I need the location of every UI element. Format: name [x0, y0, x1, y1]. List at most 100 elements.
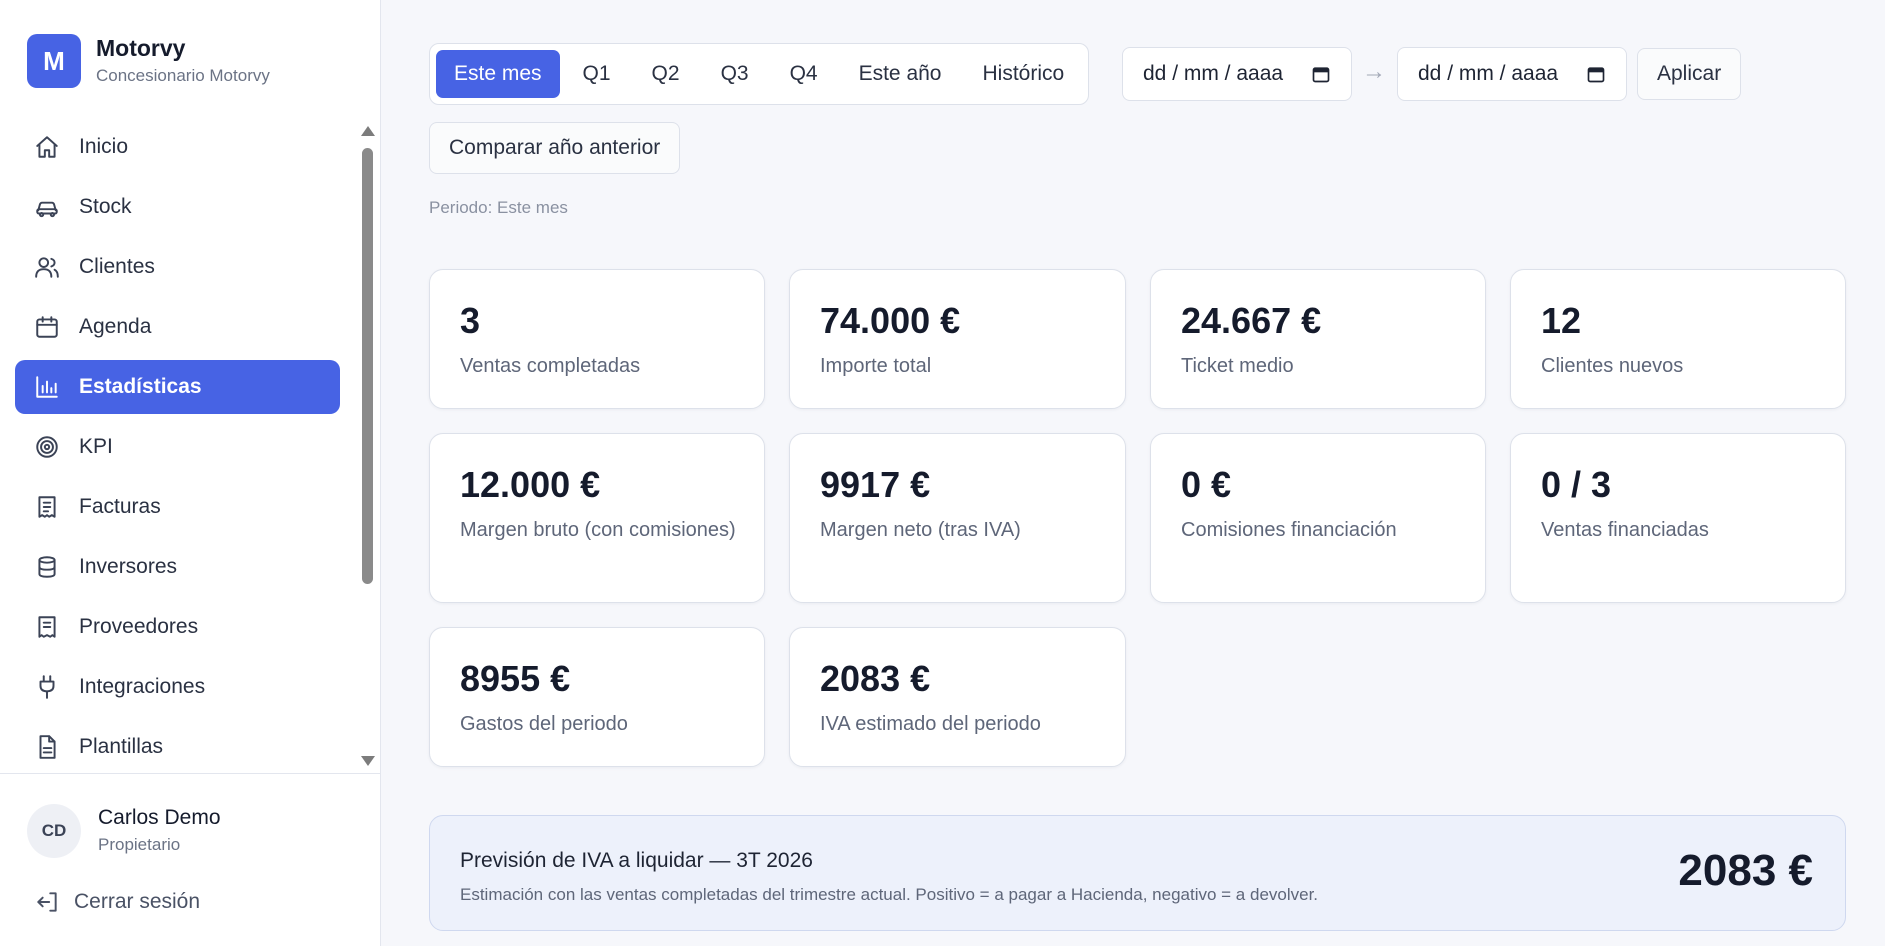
vat-forecast-description: Estimación con las ventas completadas de…: [460, 885, 1319, 904]
sidebar-item-label: Estadísticas: [79, 375, 202, 398]
main-content: Este mes Q1 Q2 Q3 Q4 Este año Histórico …: [381, 0, 1885, 946]
kpi-label: Margen bruto (con comisiones): [460, 519, 736, 541]
user-name: Carlos Demo: [98, 806, 221, 829]
database-icon: [33, 553, 61, 581]
invoice-icon: [33, 493, 61, 521]
scroll-up-arrow-icon[interactable]: [361, 126, 375, 136]
kpi-value: 0 / 3: [1541, 464, 1612, 505]
kpi-value: 2083 €: [820, 658, 931, 699]
logout-label: Cerrar sesión: [74, 890, 201, 913]
sidebar-item-label: Integraciones: [79, 675, 206, 698]
sidebar-item-inversores[interactable]: Inversores: [15, 540, 340, 594]
kpi-label: Clientes nuevos: [1541, 355, 1684, 377]
kpi-value: 12.000 €: [460, 464, 601, 505]
sidebar-item-clientes[interactable]: Clientes: [15, 240, 340, 294]
home-icon: [33, 133, 61, 161]
sidebar-item-agenda[interactable]: Agenda: [15, 300, 340, 354]
scroll-down-arrow-icon[interactable]: [361, 756, 375, 766]
sidebar-item-label: Facturas: [79, 495, 161, 518]
sidebar-item-proveedores[interactable]: Proveedores: [15, 600, 340, 654]
receipt-icon: [33, 613, 61, 641]
date-from-placeholder: dd / mm / aaaa: [1143, 62, 1284, 85]
compare-previous-year-button[interactable]: Comparar año anterior: [429, 122, 681, 174]
sidebar-item-facturas[interactable]: Facturas: [15, 480, 340, 534]
kpi-value: 3: [460, 300, 481, 341]
user-profile[interactable]: CD Carlos Demo Propietario: [27, 804, 221, 858]
period-label: Periodo: Este mes: [429, 198, 568, 217]
sidebar-item-integraciones[interactable]: Integraciones: [15, 660, 340, 714]
kpi-label: Ventas completadas: [460, 355, 641, 377]
kpi-label: Ventas financiadas: [1541, 519, 1709, 541]
file-icon: [33, 733, 61, 761]
kpi-card-iva-estimado: 2083 € IVA estimado del periodo: [789, 627, 1126, 767]
tab-q3[interactable]: Q3: [703, 50, 767, 98]
kpi-card-comisiones-financiacion: 0 € Comisiones financiación: [1150, 433, 1486, 603]
kpi-card-clientes-nuevos: 12 Clientes nuevos: [1510, 269, 1846, 409]
brand-name: Motorvy: [96, 35, 186, 61]
kpi-label: Comisiones financiación: [1181, 519, 1397, 541]
kpi-value: 74.000 €: [820, 300, 961, 341]
vat-forecast-panel: Previsión de IVA a liquidar — 3T 2026 Es…: [429, 815, 1846, 931]
sidebar-item-label: Stock: [79, 195, 132, 218]
avatar: CD: [27, 804, 81, 858]
kpi-value: 12: [1541, 300, 1582, 341]
kpi-card-ticket-medio: 24.667 € Ticket medio: [1150, 269, 1486, 409]
brand-subtitle: Concesionario Motorvy: [96, 66, 270, 85]
kpi-card-importe-total: 74.000 € Importe total: [789, 269, 1126, 409]
sidebar: M Motorvy Concesionario Motorvy Inicio S…: [0, 0, 381, 946]
sidebar-item-label: Agenda: [79, 315, 152, 338]
tab-este-ano[interactable]: Este año: [841, 50, 960, 98]
logout-icon: [37, 892, 57, 912]
kpi-card-gastos-periodo: 8955 € Gastos del periodo: [429, 627, 765, 767]
sidebar-item-kpi[interactable]: KPI: [15, 420, 340, 474]
calendar-picker-icon[interactable]: [1311, 64, 1331, 84]
sidebar-item-estadisticas[interactable]: Estadísticas: [15, 360, 340, 414]
kpi-value: 0 €: [1181, 464, 1232, 505]
apply-button[interactable]: Aplicar: [1637, 48, 1742, 100]
sidebar-item-label: Inversores: [79, 555, 178, 578]
kpi-card-ventas-financiadas: 0 / 3 Ventas financiadas: [1510, 433, 1846, 603]
kpi-label: Gastos del periodo: [460, 713, 628, 735]
sidebar-item-label: Proveedores: [79, 615, 199, 638]
calendar-icon: [33, 313, 61, 341]
tab-q1[interactable]: Q1: [565, 50, 629, 98]
sidebar-item-label: Clientes: [79, 255, 155, 278]
sidebar-item-plantillas[interactable]: Plantillas: [15, 720, 340, 770]
tab-q4[interactable]: Q4: [772, 50, 836, 98]
date-to-input[interactable]: dd / mm / aaaa: [1397, 47, 1627, 101]
date-from-input[interactable]: dd / mm / aaaa: [1122, 47, 1352, 101]
target-icon: [33, 433, 61, 461]
sidebar-nav: Inicio Stock Clientes Agenda Estadística…: [15, 120, 340, 770]
plug-icon: [33, 673, 61, 701]
sidebar-item-label: Plantillas: [79, 735, 164, 758]
sidebar-item-inicio[interactable]: Inicio: [15, 120, 340, 174]
sidebar-scrollbar[interactable]: [358, 124, 376, 772]
kpi-label: Importe total: [820, 355, 932, 377]
tab-q2[interactable]: Q2: [634, 50, 698, 98]
calendar-picker-icon[interactable]: [1586, 64, 1606, 84]
user-role: Propietario: [98, 835, 181, 854]
vat-forecast-amount: 2083 €: [1678, 846, 1813, 895]
date-to-placeholder: dd / mm / aaaa: [1418, 62, 1559, 85]
logout-button[interactable]: Cerrar sesión: [34, 889, 200, 915]
kpi-value: 24.667 €: [1181, 300, 1322, 341]
tab-historico[interactable]: Histórico: [965, 50, 1083, 98]
users-icon: [33, 253, 61, 281]
kpi-label: Ticket medio: [1181, 355, 1294, 377]
vat-forecast-title: Previsión de IVA a liquidar — 3T 2026: [460, 849, 813, 872]
sidebar-item-label: Inicio: [79, 135, 129, 158]
brand-logo: M: [27, 34, 81, 88]
sidebar-footer: CD Carlos Demo Propietario Cerrar sesión: [0, 773, 380, 946]
bar-chart-icon: [33, 373, 61, 401]
scroll-thumb[interactable]: [362, 148, 373, 584]
kpi-value: 9917 €: [820, 464, 931, 505]
kpi-card-margen-bruto: 12.000 € Margen bruto (con comisiones): [429, 433, 765, 603]
tab-este-mes[interactable]: Este mes: [436, 50, 560, 98]
kpi-card-margen-neto: 9917 € Margen neto (tras IVA): [789, 433, 1126, 603]
kpi-card-ventas-completadas: 3 Ventas completadas: [429, 269, 765, 409]
kpi-value: 8955 €: [460, 658, 571, 699]
kpi-label: IVA estimado del periodo: [820, 713, 1041, 735]
brand[interactable]: M Motorvy Concesionario Motorvy: [27, 34, 270, 88]
sidebar-item-stock[interactable]: Stock: [15, 180, 340, 234]
period-tabs: Este mes Q1 Q2 Q3 Q4 Este año Histórico: [429, 43, 1090, 105]
